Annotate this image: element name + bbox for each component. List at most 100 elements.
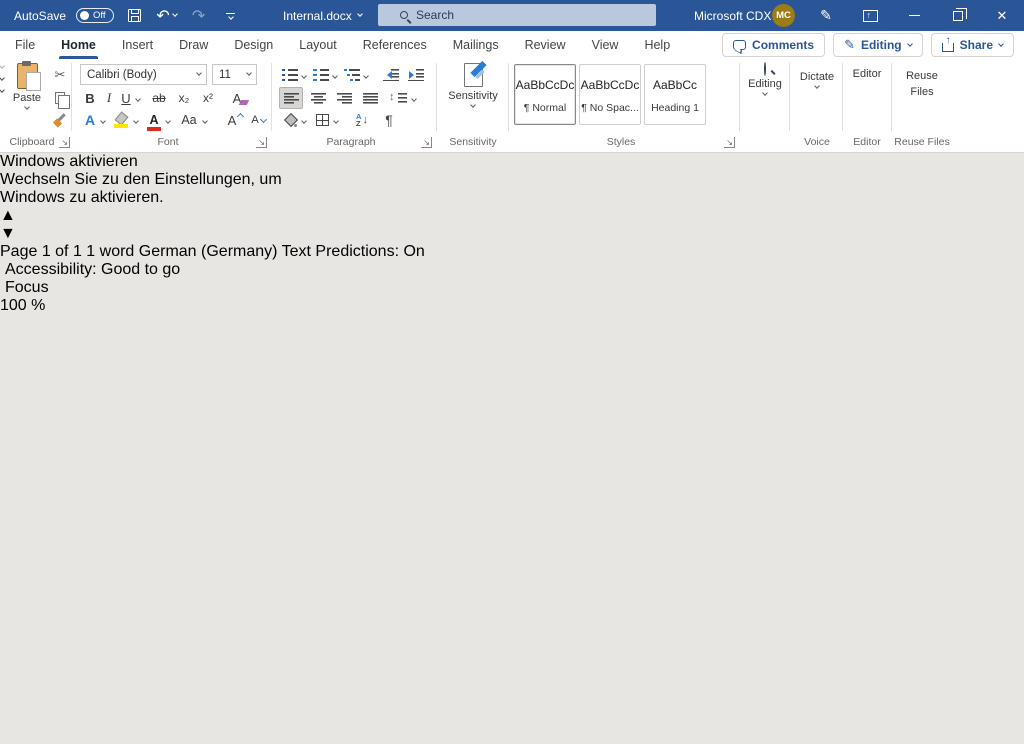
clear-formatting-button[interactable]: A: [226, 88, 248, 108]
focus-mode-button[interactable]: Focus: [0, 279, 1024, 297]
copy-button[interactable]: [50, 88, 70, 108]
document-title[interactable]: Internal.docx: [283, 0, 362, 31]
italic-icon: I: [107, 90, 111, 106]
borders-button[interactable]: [313, 110, 331, 130]
font-size-combobox[interactable]: 11: [212, 64, 257, 85]
zoom-level[interactable]: 100 %: [0, 297, 45, 314]
restore-button[interactable]: [936, 0, 980, 31]
editor-button[interactable]: Editor: [846, 63, 888, 81]
tab-design[interactable]: Design: [221, 31, 286, 59]
editing-button[interactable]: Editing: [744, 63, 786, 95]
tab-mailings[interactable]: Mailings: [440, 31, 512, 59]
line-spacing-button[interactable]: [387, 88, 409, 108]
underline-button[interactable]: U: [119, 88, 133, 108]
document-canvas[interactable]: Windows aktivieren Wechseln Sie zu den E…: [0, 153, 1024, 243]
autosave-toggle[interactable]: Off: [76, 8, 114, 23]
search-input[interactable]: Search: [378, 4, 656, 26]
accessibility-indicator[interactable]: Accessibility: Good to go: [0, 261, 1024, 279]
superscript-button[interactable]: x²: [198, 88, 218, 108]
font-dialog-launcher[interactable]: [256, 137, 267, 148]
redo-button[interactable]: [188, 0, 210, 31]
save-button[interactable]: [124, 0, 146, 31]
chevron-down-icon: [246, 70, 252, 76]
tab-insert[interactable]: Insert: [109, 31, 166, 59]
vertical-scrollbar[interactable]: ▲ ▼: [0, 207, 1024, 243]
text-effects-button[interactable]: A: [82, 110, 98, 130]
page-indicator[interactable]: Page 1 of 1: [0, 243, 82, 260]
italic-button[interactable]: I: [102, 88, 116, 108]
tab-file[interactable]: File: [2, 31, 48, 59]
numbering-button[interactable]: [312, 65, 330, 85]
language-indicator[interactable]: German (Germany): [139, 243, 278, 260]
bullets-dropdown[interactable]: [299, 67, 309, 87]
format-painter-button[interactable]: [50, 110, 70, 130]
justify-button[interactable]: [358, 88, 382, 108]
tab-review[interactable]: Review: [512, 31, 579, 59]
style-normal[interactable]: AaBbCcDc ¶ Normal: [514, 64, 576, 125]
styles-dialog-launcher[interactable]: [724, 137, 735, 148]
multilevel-list-button[interactable]: [343, 65, 361, 85]
close-button[interactable]: [980, 0, 1024, 31]
undo-button[interactable]: [156, 0, 178, 31]
sensitivity-button[interactable]: Sensitivity: [442, 63, 504, 107]
text-effects-dropdown[interactable]: [98, 112, 108, 132]
find-select-icon: [764, 63, 766, 75]
align-left-button[interactable]: [279, 87, 303, 109]
highlight-button[interactable]: [112, 110, 130, 130]
customize-quick-access-button[interactable]: [220, 0, 242, 31]
tab-references[interactable]: References: [350, 31, 440, 59]
strikethrough-button[interactable]: ab: [148, 88, 170, 108]
text-predictions-indicator[interactable]: Text Predictions: On: [282, 243, 425, 260]
styles-group-label: Styles: [512, 136, 730, 148]
bullets-button[interactable]: [281, 65, 299, 85]
tab-draw[interactable]: Draw: [166, 31, 221, 59]
ribbon-display-options-button[interactable]: [848, 0, 892, 31]
numbering-dropdown[interactable]: [330, 67, 340, 87]
tab-layout[interactable]: Layout: [286, 31, 350, 59]
share-button[interactable]: Share: [931, 33, 1014, 57]
clipboard-dialog-launcher[interactable]: [59, 137, 70, 148]
align-right-button[interactable]: [332, 88, 356, 108]
highlight-dropdown[interactable]: [131, 112, 141, 132]
reuse-files-button[interactable]: Reuse Files: [895, 63, 949, 98]
bold-button[interactable]: B: [82, 88, 98, 108]
paragraph-dialog-launcher[interactable]: [421, 137, 432, 148]
dictate-button[interactable]: Dictate: [794, 63, 840, 88]
editing-mode-button[interactable]: Editing: [833, 33, 923, 57]
ink-workspace-button[interactable]: [804, 0, 848, 31]
align-center-button[interactable]: [306, 88, 330, 108]
avatar[interactable]: MC: [772, 4, 795, 27]
increase-indent-button[interactable]: [406, 65, 426, 85]
minimize-button[interactable]: [892, 0, 936, 31]
paste-button[interactable]: Paste: [8, 63, 46, 109]
font-family-combobox[interactable]: Calibri (Body): [80, 64, 207, 85]
subscript-button[interactable]: x₂: [174, 88, 194, 108]
borders-dropdown[interactable]: [331, 112, 341, 132]
underline-dropdown[interactable]: [133, 90, 143, 110]
style-heading-1[interactable]: AaBbCc Heading 1: [644, 64, 706, 125]
shading-button[interactable]: [281, 110, 299, 130]
font-color-button[interactable]: A: [145, 110, 163, 130]
style-no-spacing[interactable]: AaBbCcDc ¶ No Spac...: [579, 64, 641, 125]
sort-button[interactable]: AZ: [350, 110, 374, 130]
multilevel-dropdown[interactable]: [361, 67, 371, 87]
tab-home[interactable]: Home: [48, 31, 109, 59]
font-group-label: Font: [78, 136, 258, 148]
word-count[interactable]: 1 word: [86, 243, 134, 260]
show-hide-marks-button[interactable]: [379, 110, 399, 130]
line-spacing-dropdown[interactable]: [409, 90, 419, 110]
shrink-font-button[interactable]: A: [245, 110, 265, 130]
scroll-down-button[interactable]: ▼: [0, 225, 1024, 243]
comments-button[interactable]: Comments: [722, 33, 825, 57]
decrease-indent-button[interactable]: [381, 65, 401, 85]
change-case-button[interactable]: Aa: [178, 110, 200, 130]
cut-button[interactable]: [50, 65, 70, 85]
shading-dropdown[interactable]: [299, 112, 309, 132]
font-color-dropdown[interactable]: [163, 112, 173, 132]
tab-view[interactable]: View: [579, 31, 632, 59]
grow-font-button[interactable]: A: [222, 110, 242, 130]
change-case-dropdown[interactable]: [200, 112, 210, 132]
tab-help[interactable]: Help: [631, 31, 683, 59]
font-family-value: Calibri (Body): [87, 69, 157, 81]
scroll-up-button[interactable]: ▲: [0, 207, 1024, 225]
